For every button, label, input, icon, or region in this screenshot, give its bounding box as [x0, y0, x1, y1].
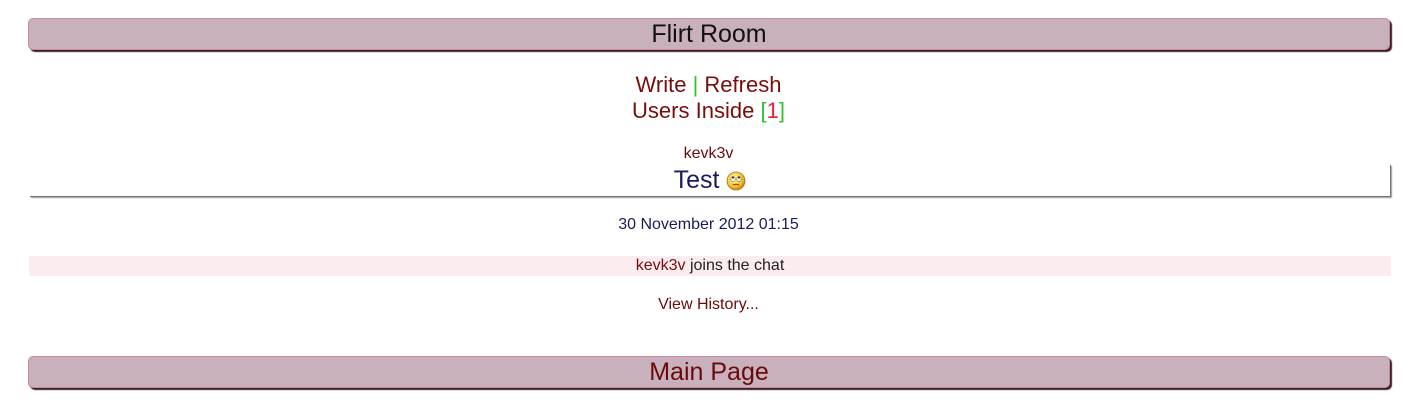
users-inside-label: Users Inside — [632, 98, 755, 123]
message-text: Test — [673, 166, 720, 194]
room-title-bar: Flirt Room — [28, 18, 1390, 50]
users-count: 1 — [766, 98, 779, 123]
room-nav: Write | Refresh Users Inside [1] — [0, 72, 1417, 124]
room-title: Flirt Room — [651, 19, 767, 48]
bracket-close: ] — [778, 98, 785, 123]
message-timestamp: 30 November 2012 01:15 — [618, 216, 799, 233]
message-box: Test — [30, 165, 1391, 197]
event-row: kevk3v joins the chat — [29, 256, 1391, 276]
users-inside-link[interactable]: Users Inside [1] — [632, 98, 785, 123]
rolling-eyes-smiley-icon — [727, 171, 746, 190]
refresh-link[interactable]: Refresh — [704, 72, 781, 97]
main-page-bar[interactable]: Main Page — [28, 356, 1390, 388]
main-page-label: Main Page — [649, 357, 769, 386]
view-history-link[interactable]: View History... — [0, 296, 1417, 314]
nav-separator: | — [692, 72, 699, 97]
write-link[interactable]: Write — [636, 72, 687, 97]
event-user[interactable]: kevk3v — [636, 257, 686, 274]
message-author[interactable]: kevk3v — [0, 145, 1417, 163]
event-action: joins the chat — [685, 257, 785, 274]
